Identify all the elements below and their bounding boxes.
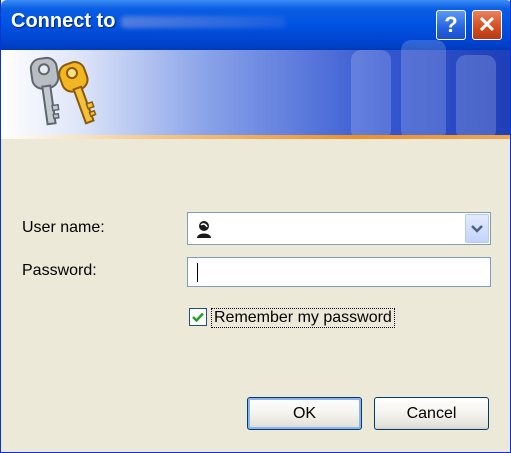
window-title: Connect to xyxy=(11,10,287,33)
help-button[interactable]: ? xyxy=(436,10,466,40)
user-icon xyxy=(194,219,214,239)
username-label: User name: xyxy=(22,219,105,237)
close-icon: ✕ xyxy=(477,12,497,37)
username-dropdown-button[interactable] xyxy=(465,214,489,243)
redacted-server-name xyxy=(121,15,287,28)
cancel-button[interactable]: Cancel xyxy=(374,397,489,430)
help-icon: ? xyxy=(444,12,458,37)
keys-icon xyxy=(29,56,97,126)
password-label: Password: xyxy=(22,262,97,280)
ok-button[interactable]: OK xyxy=(247,397,362,430)
ok-button-label: OK xyxy=(292,405,317,422)
window-title-text: Connect to xyxy=(11,10,116,32)
remember-password-checkbox[interactable] xyxy=(189,308,207,326)
text-caret xyxy=(197,263,198,282)
banner-accent-line xyxy=(1,135,510,139)
keys-watermark-icon xyxy=(351,40,496,140)
password-label-text: Password: xyxy=(22,262,97,279)
connect-dialog: Connect to ? ✕ User name: Password: Reme… xyxy=(0,0,511,453)
username-label-text: User name: xyxy=(22,219,105,236)
password-field[interactable] xyxy=(187,257,491,287)
chevron-down-icon xyxy=(471,225,483,233)
remember-password-label[interactable]: Remember my password xyxy=(211,308,395,328)
checkmark-icon xyxy=(192,312,204,323)
remember-password-text: Remember my password xyxy=(214,309,392,326)
cancel-button-label: Cancel xyxy=(406,405,457,422)
close-button[interactable]: ✕ xyxy=(472,10,502,40)
username-combobox[interactable] xyxy=(187,212,491,245)
